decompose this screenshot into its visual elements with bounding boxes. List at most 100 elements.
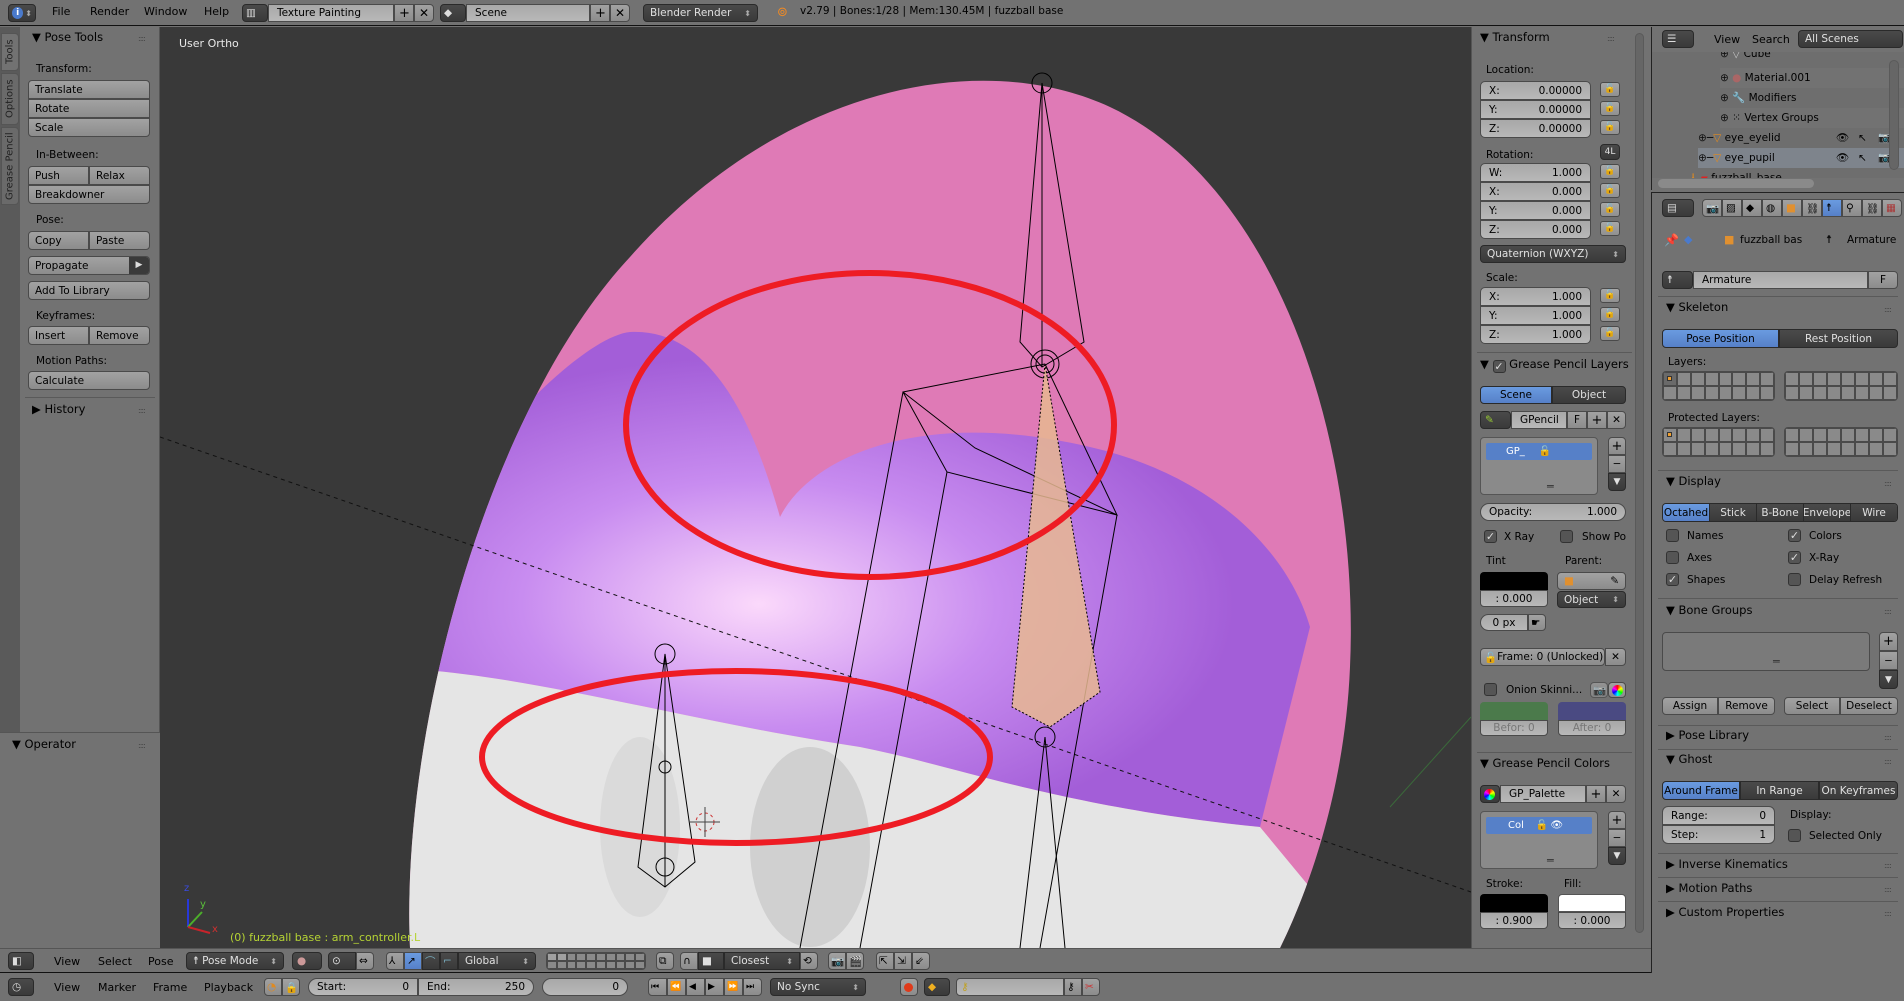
motion-paths-header[interactable]: ▶ Motion Paths	[1666, 881, 1752, 895]
delete-scene-button[interactable]: ✕	[610, 4, 630, 22]
palette-add-button[interactable]: +	[1586, 785, 1606, 803]
bone-groups-header[interactable]: ▼ Bone Groups	[1666, 603, 1752, 617]
bone-tab-icon[interactable]: ⚲	[1842, 199, 1862, 217]
drag-grip-icon[interactable]: ::::	[1884, 479, 1892, 488]
add-to-library-button[interactable]: Add To Library	[28, 281, 150, 300]
bone-group-remove-assign-button[interactable]: Remove	[1718, 697, 1775, 715]
onion-before-field[interactable]: Befor: 0	[1480, 720, 1548, 736]
paste-flipped-pose-button[interactable]: ⇙	[912, 952, 930, 970]
remove-keyframe-button[interactable]: Remove	[89, 326, 150, 345]
gp-color-item[interactable]: Col 🔓 👁	[1486, 817, 1592, 834]
armature-fake-user[interactable]: F	[1868, 271, 1898, 289]
rotate-button[interactable]: Rotate	[28, 99, 150, 118]
scale-z-field[interactable]: Z: 1.000	[1480, 325, 1591, 344]
snap-element-select[interactable]: ■	[698, 952, 724, 970]
lock-icon[interactable]: 🔓	[1600, 164, 1620, 179]
start-frame-field[interactable]: Start: 0	[308, 978, 418, 996]
relax-button[interactable]: Relax	[89, 166, 150, 185]
onion-after-field[interactable]: After: 0	[1558, 720, 1626, 736]
pin-icon[interactable]: 📌	[1664, 233, 1679, 247]
fill-color-swatch[interactable]	[1558, 894, 1626, 912]
location-y-field[interactable]: Y: 0.00000	[1480, 100, 1591, 119]
scene-layers-grid[interactable]	[546, 952, 646, 970]
gpencil-datablock-field[interactable]: GPencil	[1511, 411, 1567, 429]
eye-icon[interactable]: 👁	[1550, 820, 1563, 831]
properties-type-button[interactable]: ▤	[1662, 199, 1694, 217]
translate-manipulator-toggle[interactable]: ↗	[404, 952, 422, 970]
scale-button[interactable]: Scale	[28, 118, 150, 137]
ghost-around-frame-toggle[interactable]: Around Frame	[1662, 781, 1740, 800]
viewport-shading-select[interactable]: ●	[292, 952, 322, 970]
bone-layers-grid-1[interactable]	[1662, 371, 1775, 401]
lock-icon[interactable]: 🔓	[1600, 202, 1620, 217]
menu-help[interactable]: Help	[204, 5, 229, 18]
protected-layers-grid-1[interactable]	[1662, 427, 1775, 457]
shapes-checkbox[interactable]: ✓	[1666, 573, 1679, 586]
delete-screen-button[interactable]: ✕	[414, 4, 434, 22]
tab-grease-pencil[interactable]: Grease Pencil	[1, 127, 19, 205]
editor-type-timeline-button[interactable]: ◷	[8, 978, 34, 996]
selected-only-checkbox[interactable]	[1788, 829, 1801, 842]
opengl-render-button[interactable]: 📷	[828, 952, 846, 970]
preview-range-toggle[interactable]: ◔	[264, 978, 282, 996]
history-header[interactable]: ▶ History	[32, 402, 85, 416]
3d-viewport[interactable]: User Ortho z y x (0) fuzzball base : arm…	[160, 27, 1471, 948]
drag-grip-icon[interactable]: ::::	[1884, 861, 1892, 870]
gp-layer-menu-button[interactable]: ▼	[1608, 473, 1626, 491]
display-header[interactable]: ▼ Display	[1666, 474, 1721, 488]
frame-delete-button[interactable]: ✕	[1605, 648, 1626, 666]
render-engine-select[interactable]: Blender Render ⬍	[643, 4, 758, 22]
scene-field[interactable]: Scene	[466, 4, 590, 22]
lock-icon[interactable]: 🔓	[1600, 307, 1620, 322]
drag-grip-icon[interactable]: ::::	[1884, 757, 1892, 766]
outliner-hscrollbar[interactable]	[1658, 179, 1814, 188]
constraints-tab-icon[interactable]: ⛓	[1802, 199, 1822, 217]
protected-layers-grid-2[interactable]	[1784, 427, 1898, 457]
editor-type-3dview-button[interactable]: ◧	[8, 952, 34, 970]
bone-group-add-button[interactable]: +	[1879, 632, 1898, 651]
gp-layers-header[interactable]: ▼ ✓ Grease Pencil Layers	[1480, 357, 1629, 373]
stroke-color-swatch[interactable]	[1480, 894, 1548, 912]
stroke-alpha-field[interactable]: : 0.900	[1480, 912, 1548, 929]
bone-group-deselect-button[interactable]: Deselect	[1840, 697, 1898, 715]
paste-pose-header-button[interactable]: ⇲	[894, 952, 912, 970]
xray-checkbox[interactable]: ✓	[1484, 530, 1497, 543]
armature-browse-button[interactable]: ☨	[1662, 271, 1693, 289]
display-stick[interactable]: Stick	[1709, 504, 1756, 521]
gp-layer-item[interactable]: GP_ 🔓	[1486, 443, 1592, 460]
gp-color-remove-button[interactable]: −	[1608, 829, 1626, 847]
rotate-manipulator-toggle[interactable]: ⌒	[422, 952, 440, 970]
insert-keyframes-button[interactable]: ⚷	[1064, 978, 1082, 996]
add-screen-button[interactable]: +	[394, 4, 414, 22]
tree-item[interactable]: ⊕ 🔧 Modifiers	[1720, 88, 1797, 108]
bone-group-select-button[interactable]: Select	[1784, 697, 1840, 715]
viewport-menu-view[interactable]: View	[54, 955, 80, 968]
resize-handle-icon[interactable]: ═	[1547, 480, 1554, 493]
push-button[interactable]: Push	[28, 166, 89, 185]
scale-y-field[interactable]: Y: 1.000	[1480, 306, 1591, 325]
lock-4l-toggle[interactable]: 4L	[1600, 144, 1620, 160]
operator-header[interactable]: ▼ Operator	[12, 737, 76, 751]
bone-layers-grid-2[interactable]	[1784, 371, 1898, 401]
auto-keying-toggle[interactable]	[900, 978, 918, 996]
viewport-menu-select[interactable]: Select	[98, 955, 132, 968]
drag-grip-icon[interactable]: ::::	[138, 741, 146, 750]
timeline-menu-view[interactable]: View	[54, 981, 80, 994]
rotation-mode-select[interactable]: Quaternion (WXYZ) ⬍	[1480, 245, 1626, 263]
gp-layer-add-button[interactable]: +	[1608, 437, 1626, 455]
palette-field[interactable]: GP_Palette	[1500, 785, 1586, 803]
drag-grip-icon[interactable]: ::::	[138, 34, 146, 43]
pose-library-header[interactable]: ▶ Pose Library	[1666, 728, 1749, 742]
tree-item[interactable]: ⊕─▽ eye_pupil 👁 ↖ 📷	[1698, 148, 1904, 168]
onion-color-button[interactable]	[1608, 682, 1626, 698]
ghost-in-range-toggle[interactable]: In Range	[1740, 781, 1819, 800]
object-tab-icon[interactable]: ■	[1782, 199, 1802, 217]
rest-position-toggle[interactable]: Rest Position	[1779, 329, 1898, 348]
viewport-menu-pose[interactable]: Pose	[148, 955, 173, 968]
outliner-menu-search[interactable]: Search	[1752, 33, 1790, 46]
breakdowner-button[interactable]: Breakdowner	[28, 185, 150, 204]
bone-constraints-tab-icon[interactable]: ⛓	[1862, 199, 1882, 217]
render-tab-icon[interactable]: 📷	[1702, 199, 1722, 217]
palette-type-button[interactable]	[1480, 785, 1500, 803]
pivot-point-select[interactable]: ⊙	[328, 952, 356, 970]
